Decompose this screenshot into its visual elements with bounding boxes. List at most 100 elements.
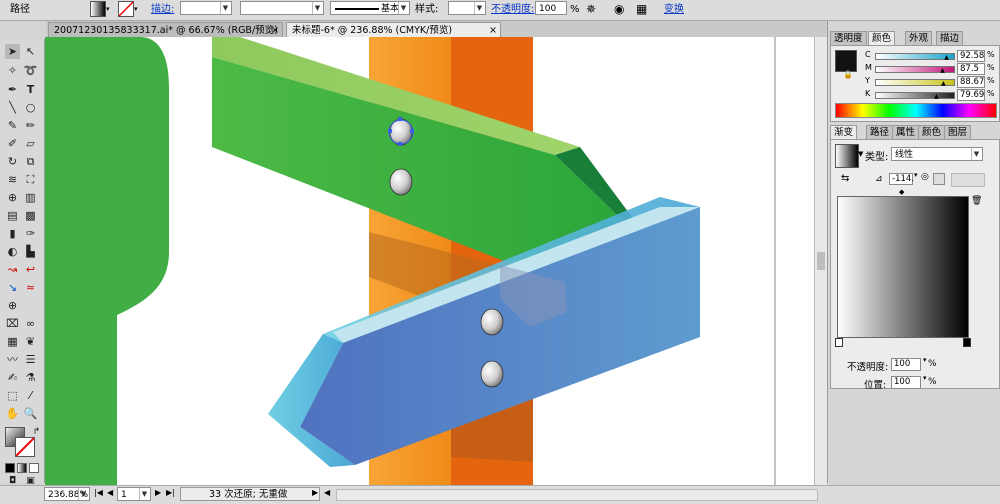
channel-value-field[interactable]: 87.5 <box>957 63 985 75</box>
next-artboard-icon[interactable]: ▶ <box>155 488 161 497</box>
prev-artboard-icon[interactable]: ◀ <box>107 488 113 497</box>
pencil-tool-icon[interactable]: ✏ <box>23 118 38 133</box>
variable-width-select[interactable]: ▼ <box>240 1 324 15</box>
gradient-type-select[interactable]: 线性 ▼ <box>891 147 983 161</box>
stroke-dropdown-arrow-icon[interactable]: ▾ <box>134 2 138 17</box>
zoom-select[interactable]: 236.88% ▼ <box>44 487 90 501</box>
gradient-preview-swatch[interactable] <box>835 144 859 168</box>
perspective-grid-tool-icon[interactable]: ▤ <box>5 208 20 223</box>
bucket-tool-icon[interactable]: ⚗ <box>23 370 38 385</box>
tab-pathfinder[interactable]: 路径 <box>866 125 894 139</box>
artboard-canvas[interactable] <box>45 37 827 485</box>
stroke-color-swatch[interactable] <box>15 437 35 457</box>
shape-builder-tool-icon[interactable]: ⊕ <box>5 190 20 205</box>
tab-document-1[interactable]: 20071230135833317.ai* @ 66.67% (RGB/预览) … <box>48 22 283 37</box>
scale-tool-icon[interactable]: ⧉ <box>23 154 38 169</box>
stroke-swatch[interactable] <box>118 1 134 17</box>
gradient-mode-icon[interactable] <box>17 463 27 473</box>
paintbrush-tool-icon[interactable]: ✎ <box>5 118 20 133</box>
slider-thumb-icon[interactable]: ▲ <box>934 93 939 100</box>
fill-swatch[interactable] <box>90 1 106 17</box>
direct-selection-tool-icon[interactable]: ↖ <box>23 44 38 59</box>
status-menu-arrow-icon[interactable]: ▶ <box>312 488 318 497</box>
gradient-stop-left[interactable] <box>835 338 843 347</box>
eraser-tool-icon[interactable]: ▱ <box>23 136 38 151</box>
channel-slider[interactable] <box>875 92 955 99</box>
slider-thumb-icon[interactable]: ▲ <box>944 54 949 61</box>
anchor-point[interactable] <box>410 129 414 133</box>
swap-colors-icon[interactable]: ↱ <box>29 425 44 440</box>
slider-thumb-icon[interactable]: ▲ <box>941 80 946 87</box>
scroll-left-icon[interactable]: ◀ <box>324 488 330 497</box>
artboard-select[interactable]: 1 ▼ <box>117 487 151 501</box>
close-icon[interactable]: × <box>271 23 279 38</box>
transform-link[interactable]: 变换 <box>664 2 684 17</box>
color-mode-icon[interactable] <box>5 463 15 473</box>
measure-tool-icon[interactable]: ✍ <box>5 370 20 385</box>
reverse-gradient-icon[interactable]: ⇆ <box>841 173 849 184</box>
wrinkle-tool-icon[interactable]: 〰 <box>5 352 20 367</box>
none-mode-icon[interactable] <box>29 463 39 473</box>
path-eraser-tool-icon[interactable]: ≈ <box>23 280 38 295</box>
pen-tool-icon[interactable]: ✒ <box>5 82 20 97</box>
stroke-label[interactable]: 描边: <box>151 2 174 17</box>
tab-document-2[interactable]: 未标题-6* @ 236.88% (CMYK/预览) × <box>286 22 501 37</box>
rotate-tool-icon[interactable]: ↻ <box>5 154 20 169</box>
graphic-style-select[interactable]: ▼ <box>448 1 486 15</box>
tab-gradient[interactable]: 渐变 <box>830 125 858 139</box>
gradient-slider-preview[interactable] <box>837 196 969 338</box>
slider-thumb-icon[interactable]: ▲ <box>940 67 945 74</box>
twirl-tool-icon[interactable]: ❦ <box>23 334 38 349</box>
first-artboard-icon[interactable]: |◀ <box>94 488 103 497</box>
opacity-label[interactable]: 不透明度: <box>491 2 534 17</box>
zoom-tool-icon[interactable]: 🔍 <box>23 406 38 421</box>
blob-brush-tool-icon[interactable]: ✐ <box>5 136 20 151</box>
anchor-point[interactable] <box>398 117 402 121</box>
chevron-down-icon[interactable]: ▼ <box>858 150 863 158</box>
vertical-scrollbar[interactable] <box>814 37 827 485</box>
tab-appearance[interactable]: 外观 <box>905 31 933 45</box>
pin-2[interactable] <box>389 168 413 196</box>
crop-tool-icon[interactable]: ⬚ <box>5 388 20 403</box>
stop-location-field[interactable]: 100 <box>891 376 921 389</box>
symbol-sprayer-tool-icon[interactable]: ↝ <box>5 262 20 277</box>
scrollbar-thumb[interactable] <box>817 252 825 270</box>
midpoint-diamond-icon[interactable]: ◆ <box>899 188 904 196</box>
close-icon[interactable]: × <box>489 23 497 38</box>
live-paint-tool-icon[interactable]: ▥ <box>23 190 38 205</box>
tab-color-guide[interactable]: 颜色 <box>918 125 946 139</box>
free-transform-tool-icon[interactable]: ⛶ <box>23 172 38 187</box>
recolor-artwork-icon[interactable]: ✵ <box>586 2 596 17</box>
opacity-field[interactable]: 100 <box>535 1 567 15</box>
ellipse-tool-icon[interactable]: ○ <box>23 100 38 115</box>
selection-tool-icon[interactable]: ➤ <box>5 44 20 59</box>
brush-select[interactable]: 基本 ▼ <box>330 1 410 15</box>
current-fill-swatch[interactable] <box>835 50 857 72</box>
chart-grid-tool-icon[interactable]: ▦ <box>5 334 20 349</box>
slice-tool-icon[interactable]: ∞ <box>23 316 38 331</box>
out-of-gamut-icon[interactable]: 🔒 <box>843 70 853 79</box>
tab-stroke[interactable]: 描边 <box>936 31 964 45</box>
last-artboard-icon[interactable]: ▶| <box>166 488 175 497</box>
fill-dropdown-arrow-icon[interactable]: ▾ <box>106 2 110 17</box>
status-history[interactable]: 33 次还原; 无重做 <box>180 487 320 501</box>
document-setup-icon[interactable]: ◉ <box>614 2 624 17</box>
warp-tool-icon[interactable]: ≋ <box>5 172 20 187</box>
stop-opacity-field[interactable]: 100 <box>891 358 921 371</box>
artboard-tool-icon[interactable]: ⌧ <box>5 316 20 331</box>
width-tool-icon[interactable]: ↘ <box>5 280 20 295</box>
magic-wand-tool-icon[interactable]: ✧ <box>5 63 20 78</box>
stroke-weight-select[interactable]: ▼ <box>180 1 232 15</box>
crosshair-tool-icon[interactable]: ⊕ <box>5 298 20 313</box>
gradient-tool-icon[interactable]: ▮ <box>5 226 20 241</box>
left-green-shape[interactable] <box>45 37 169 485</box>
knife-tool-icon[interactable]: ⁄ <box>23 388 38 403</box>
line-tool-icon[interactable]: ╲ <box>5 100 20 115</box>
mesh-tool-icon[interactable]: ▩ <box>23 208 38 223</box>
pin-3[interactable] <box>480 308 504 336</box>
opacity-stepper-icon[interactable]: ▾ <box>923 356 927 364</box>
tab-attributes[interactable]: 属性 <box>892 125 920 139</box>
tab-transparency[interactable]: 透明度 <box>830 31 867 45</box>
aspect-ratio-field[interactable] <box>933 173 945 185</box>
gradient-stop-right[interactable] <box>963 338 971 347</box>
